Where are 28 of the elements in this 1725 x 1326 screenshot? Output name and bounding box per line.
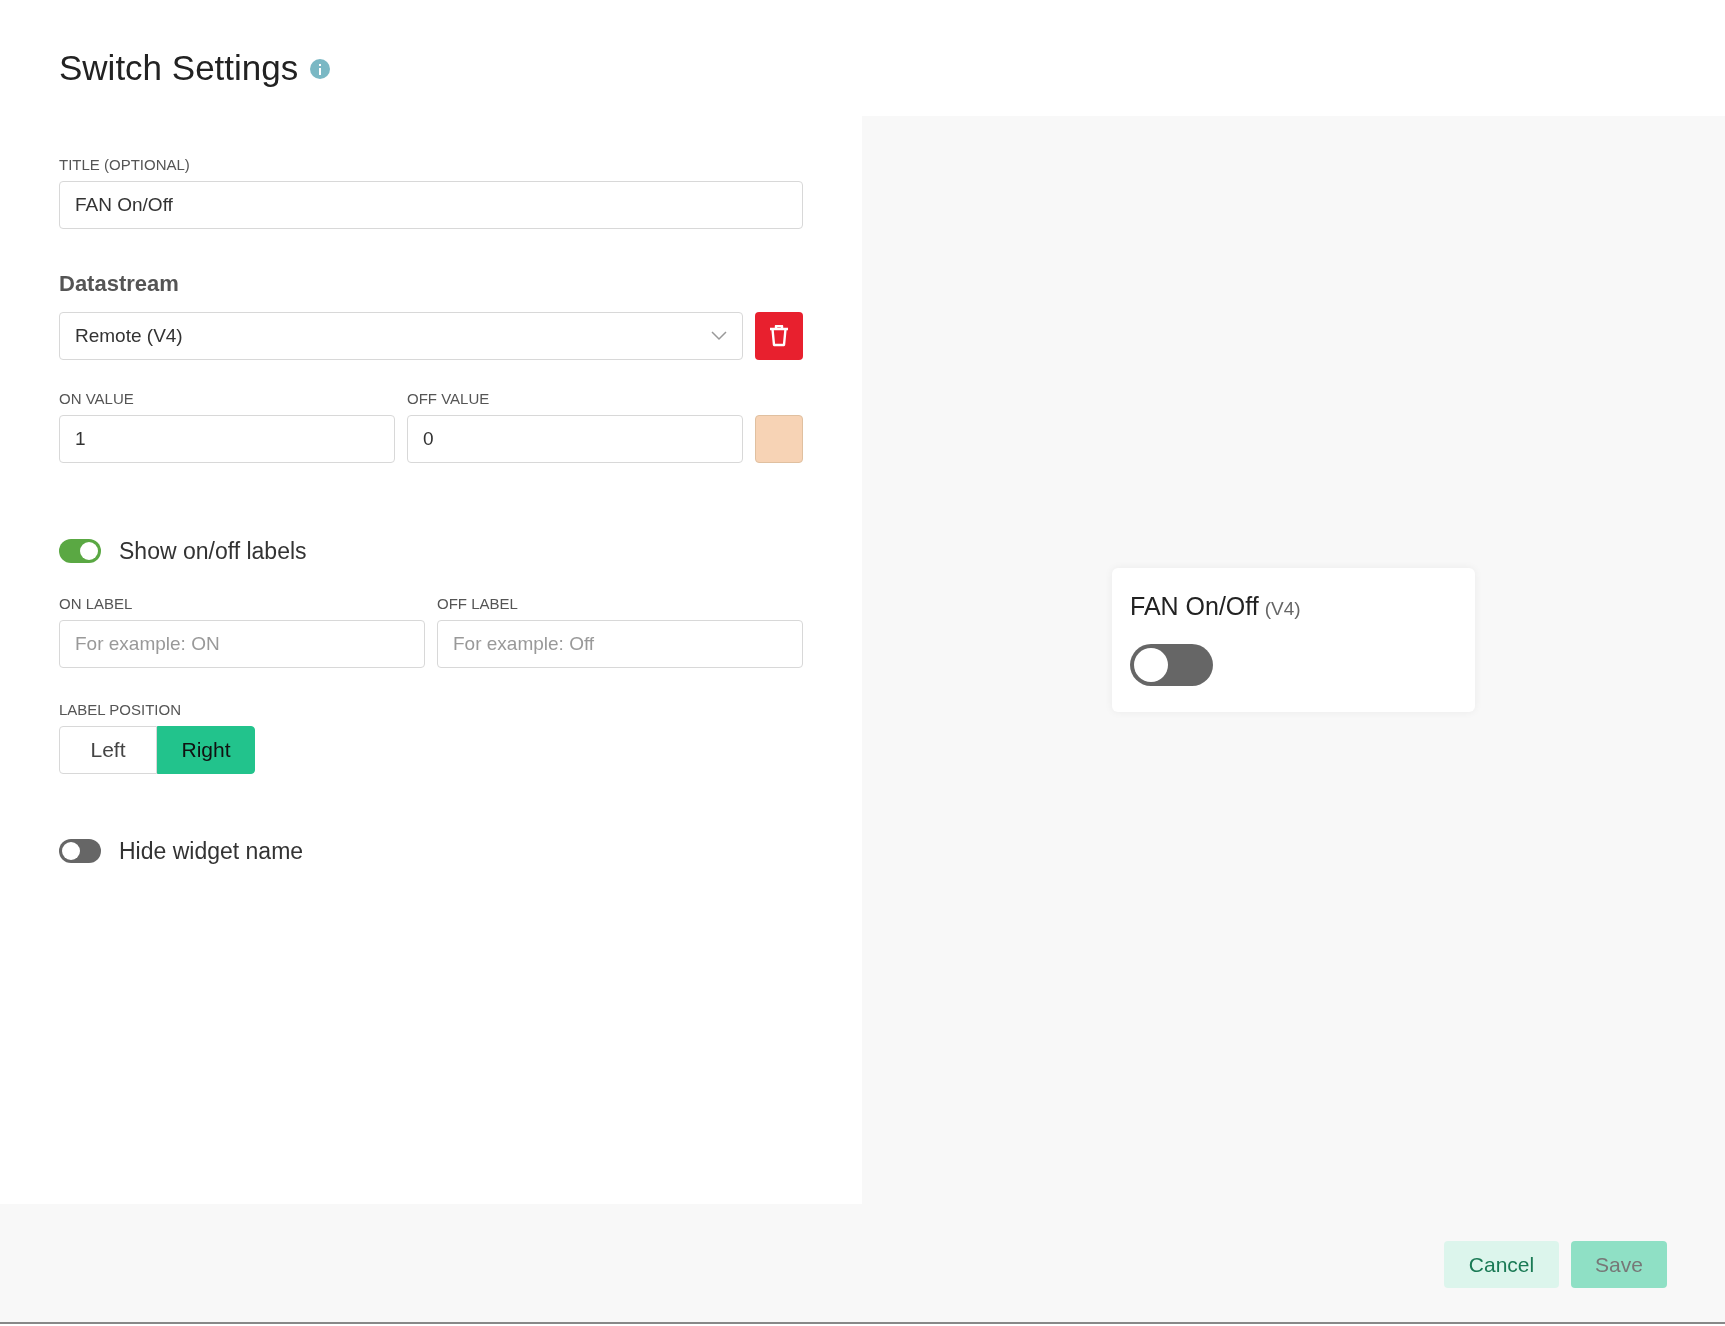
delete-button[interactable] [755,312,803,360]
widget-title: FAN On/Off [1130,591,1259,622]
field-label: ON LABEL [59,594,134,613]
input-field[interactable]: 1 [59,415,395,463]
cancel-button[interactable]: Cancel [1444,1241,1559,1288]
dialog-title: Switch Settings [59,46,299,89]
pin-label: (V4) [1264,597,1301,621]
toggle-switch[interactable] [59,539,101,564]
toggle-switch[interactable] [59,838,101,863]
trash-icon [769,325,789,347]
field-label: ON VALUE [59,390,135,408]
toggle-switch[interactable] [1130,643,1213,686]
input-field[interactable]: FAN On/Off [59,181,803,229]
field-label: OFF VALUE [407,390,491,408]
color-swatch[interactable] [755,415,803,463]
toggle-label: Hide widget name [119,836,304,866]
input-field[interactable]: For example: Off [437,619,803,668]
input-field[interactable]: 0 [407,415,743,463]
segment-tab[interactable]: Left [59,725,157,774]
toggle-label: Show on/off labels [119,537,307,566]
field-label: OFF LABEL [437,594,519,613]
chevron-down-icon [711,331,727,341]
section-heading: Datastream [59,270,180,298]
input-field[interactable]: For example: ON [59,619,425,668]
datastream-select[interactable]: Remote (V4) [59,312,743,360]
segment-tab[interactable]: Right [157,725,255,774]
field-label: TITLE (OPTIONAL) [59,156,191,174]
field-label: LABEL POSITION [59,700,182,719]
